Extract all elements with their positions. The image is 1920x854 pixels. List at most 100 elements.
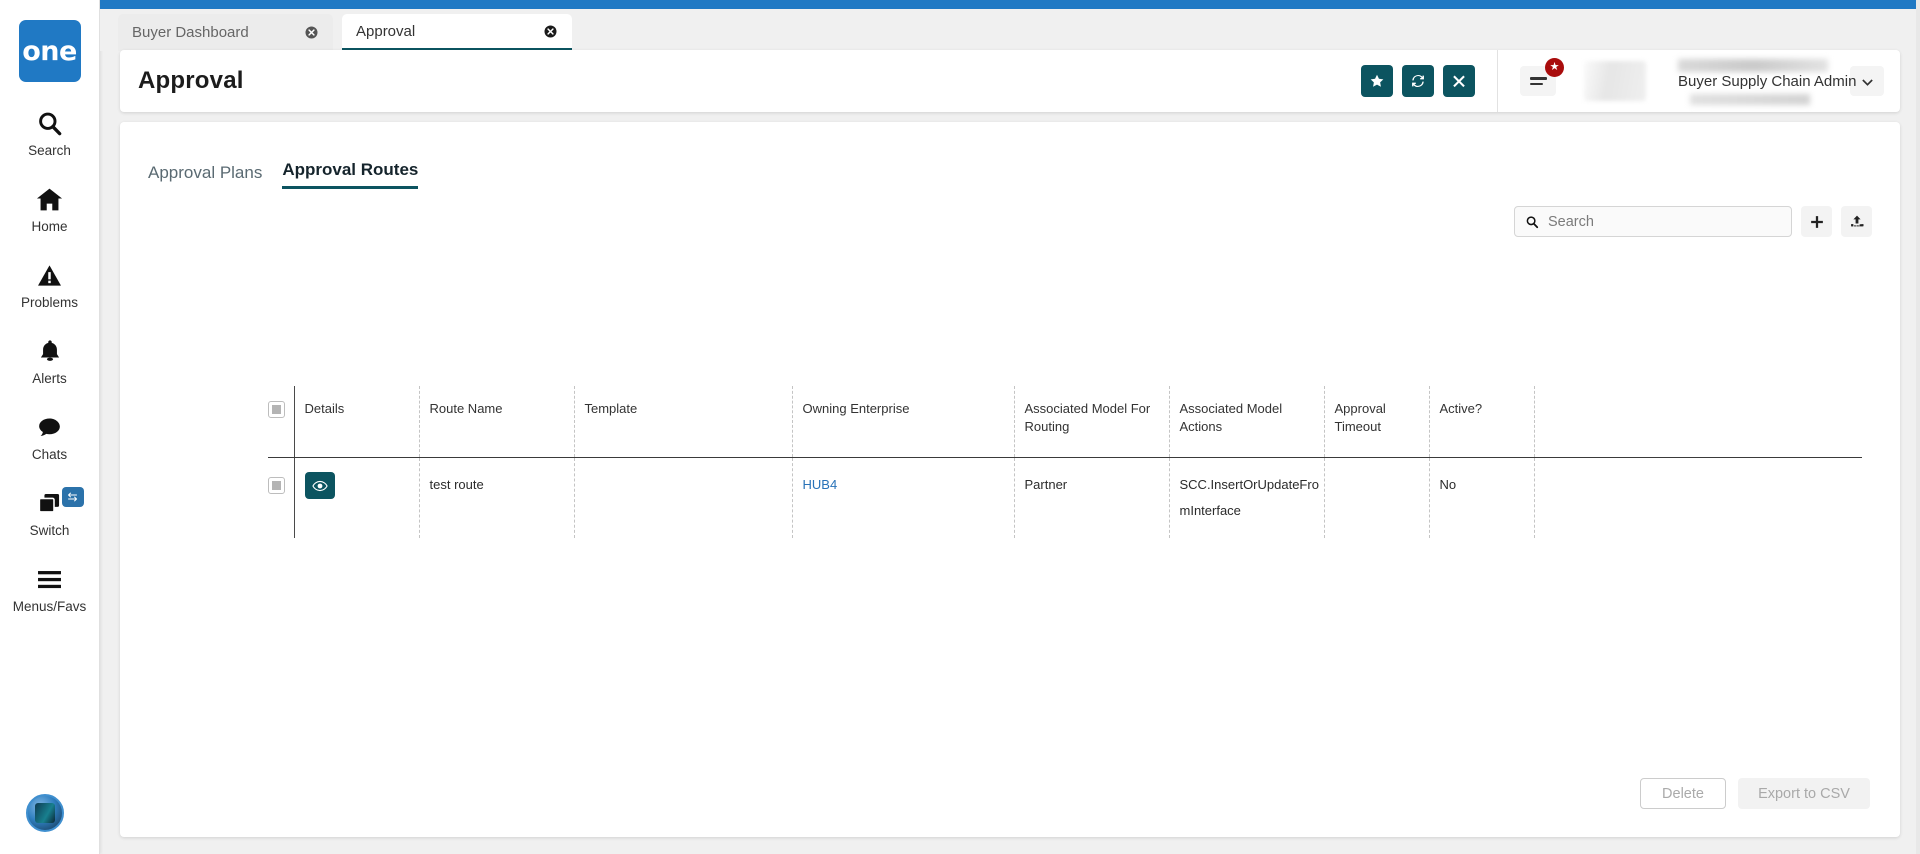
search-box[interactable] <box>1514 206 1792 237</box>
refresh-button[interactable] <box>1402 65 1434 97</box>
tab-approval[interactable]: Approval <box>342 14 572 51</box>
eye-icon <box>311 480 328 491</box>
chevron-down-icon <box>1861 78 1873 86</box>
tab-label-approval: Approval <box>356 22 416 40</box>
logo-text: one <box>22 35 77 67</box>
search-input[interactable] <box>1548 213 1781 230</box>
sidebar-label-problems-txt: Problems <box>20 295 79 310</box>
page-scrollbar[interactable] <box>1916 0 1920 854</box>
sidebar-label-switch: Switch <box>29 523 70 538</box>
approval-routes-table: Details Route Name Template Owning Enter… <box>268 386 1862 539</box>
col-template[interactable]: Template <box>573 386 792 459</box>
tab-approval-plans[interactable]: Approval Plans <box>148 163 262 189</box>
sidebar-label-problems: Home <box>31 219 68 234</box>
row-checkbox[interactable] <box>268 477 285 495</box>
table-footer-actions: Delete Export to CSV <box>1640 778 1870 809</box>
tab-label-approval-routes: Approval Routes <box>282 160 419 179</box>
top-accent-bar <box>100 0 1920 9</box>
cell-associated-model-for-routing: Partner <box>1013 457 1169 539</box>
sidebar-item-home[interactable]: Home <box>0 182 100 234</box>
browser-tab-bar: Buyer Dashboard Approval <box>100 9 1920 51</box>
owning-enterprise-link[interactable]: HUB4 <box>803 477 838 492</box>
tab-label-approval-plans: Approval Plans <box>148 163 263 182</box>
col-owning-enterprise[interactable]: Owning Enterprise <box>791 386 1014 459</box>
row-select-cell <box>268 458 294 539</box>
cell-owning-enterprise: HUB4 <box>791 457 1014 539</box>
table-row[interactable]: test route HUB4 Partner SCC.InsertOrUpda… <box>268 457 1862 539</box>
close-icon[interactable] <box>303 25 319 41</box>
cell-approval-timeout <box>1323 457 1429 539</box>
avatar-image <box>35 803 55 823</box>
windows-stack-icon <box>36 486 63 520</box>
sidebar-item-switch[interactable]: ⇆ Switch <box>0 486 100 538</box>
tab-buyer-dashboard[interactable]: Buyer Dashboard <box>118 14 333 51</box>
header-actions: ★ Buyer Supply Chain Admin <box>1352 50 1900 112</box>
close-button[interactable] <box>1443 65 1475 97</box>
header-divider <box>1497 50 1498 112</box>
col-associated-model-for-routing[interactable]: Associated Model For Routing <box>1013 386 1169 459</box>
star-icon <box>1370 74 1384 87</box>
sidebar-label-alerts: Alerts <box>32 371 67 386</box>
delete-button[interactable]: Delete <box>1640 778 1726 809</box>
sidebar-item-chats[interactable]: Chats <box>0 410 100 462</box>
col-route-name[interactable]: Route Name <box>418 386 574 459</box>
tab-approval-routes[interactable]: Approval Routes <box>282 160 419 189</box>
add-button[interactable] <box>1801 206 1832 237</box>
home-icon <box>35 182 64 216</box>
menus-favs-button[interactable]: ★ <box>1520 58 1564 96</box>
user-info: Buyer Supply Chain Admin <box>1650 56 1856 106</box>
upload-icon <box>1850 215 1864 226</box>
export-to-csv-button[interactable]: Export to CSV <box>1738 778 1870 809</box>
sidebar-item-alerts[interactable]: Alerts <box>0 334 100 386</box>
cell-route-name: test route <box>418 457 574 539</box>
bell-icon <box>37 334 63 368</box>
col-details[interactable]: Details <box>293 386 419 459</box>
hamburger-icon <box>35 562 64 596</box>
chat-bubble-icon <box>36 410 63 444</box>
col-spacer <box>1533 386 1862 459</box>
col-approval-timeout[interactable]: Approval Timeout <box>1323 386 1429 459</box>
sidebar-item-search[interactable]: Search <box>0 106 100 158</box>
cell-active: No <box>1428 457 1534 539</box>
user-org-redacted <box>1690 94 1810 105</box>
sidebar-label-menus-favs: Menus/Favs <box>12 599 87 614</box>
data-table: Details Route Name Template Owning Enter… <box>268 386 1862 539</box>
page-header: Approval ★ Buyer Supply Chain Admin <box>120 50 1900 112</box>
cell-template <box>573 457 792 539</box>
one-logo[interactable]: one <box>18 20 81 82</box>
warning-triangle-icon <box>36 258 63 292</box>
table-header-row: Details Route Name Template Owning Enter… <box>268 386 1862 459</box>
page-title: Approval <box>138 67 244 94</box>
favorite-button[interactable] <box>1361 65 1393 97</box>
sidebar-label-chats: Chats <box>31 447 68 462</box>
cell-details <box>293 457 419 539</box>
search-icon <box>1526 215 1539 228</box>
tab-label-buyer-dashboard: Buyer Dashboard <box>132 24 249 41</box>
user-name-redacted <box>1678 59 1828 72</box>
hamburger-icon <box>1529 74 1547 88</box>
table-toolbar <box>1514 206 1872 237</box>
swap-arrows-icon[interactable]: ⇆ <box>61 487 84 507</box>
view-details-button[interactable] <box>304 472 335 500</box>
plus-icon <box>1810 215 1823 228</box>
avatar[interactable] <box>26 794 64 832</box>
select-all-cell <box>268 386 294 459</box>
status-badge: ★ <box>1545 58 1564 77</box>
search-icon <box>36 106 63 140</box>
col-associated-model-actions[interactable]: Associated Model Actions <box>1168 386 1324 459</box>
sidebar-label-search: Search <box>28 143 71 158</box>
refresh-icon <box>1412 75 1424 87</box>
cell-associated-model-actions: SCC.InsertOrUpdateFromInterface <box>1168 457 1324 539</box>
left-nav-rail: one Search Home Problems Alerts Chats ⇆ … <box>0 0 100 854</box>
select-all-checkbox[interactable] <box>268 401 285 419</box>
sidebar-item-menus-favs[interactable]: Menus/Favs <box>0 562 100 614</box>
subtab-bar: Approval Plans Approval Routes <box>148 160 419 189</box>
user-photo-redacted <box>1584 61 1646 101</box>
col-active[interactable]: Active? <box>1428 386 1534 459</box>
x-icon <box>1453 75 1465 88</box>
user-role-label: Buyer Supply Chain Admin <box>1678 73 1857 90</box>
upload-button[interactable] <box>1841 206 1872 237</box>
sidebar-item-problems[interactable]: Problems <box>0 258 100 310</box>
main-content-card: Approval Plans Approval Routes Search De… <box>120 122 1900 837</box>
close-icon[interactable] <box>542 23 558 39</box>
